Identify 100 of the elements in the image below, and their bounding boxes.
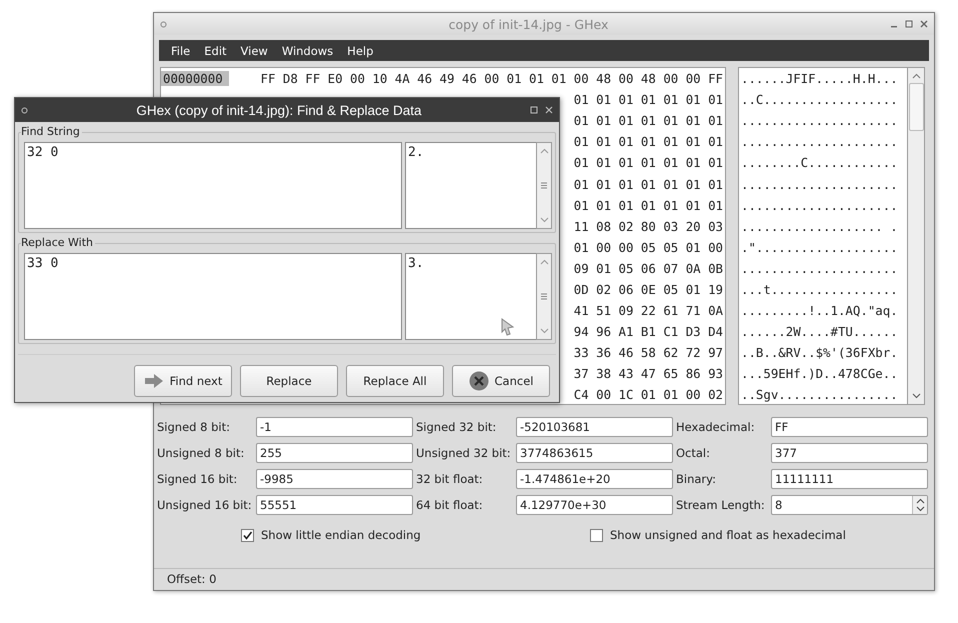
value-field[interactable]: 4.129770e+30 <box>516 495 673 515</box>
maximize-icon[interactable] <box>905 20 913 28</box>
value-field[interactable]: FF <box>771 417 928 437</box>
ascii-text: ..C.................. <box>741 92 898 108</box>
dialog-button[interactable]: Replace All <box>346 365 444 397</box>
scroll-up-icon[interactable] <box>540 259 548 265</box>
checkbox[interactable] <box>241 528 254 542</box>
ascii-input-field[interactable]: 2. <box>405 142 536 229</box>
scroll-down-icon[interactable] <box>912 393 920 399</box>
ascii-text: ..Sgv................ <box>741 387 898 402</box>
hex-bytes: C4 00 1C 01 01 00 02 <box>574 387 723 402</box>
menu-item[interactable]: File <box>164 44 198 58</box>
ascii-text: ..................... <box>741 198 898 213</box>
field-label: Unsigned 16 bit: <box>157 498 253 512</box>
scroll-grip-icon[interactable] <box>540 293 548 300</box>
dialog-button[interactable]: Cancel <box>452 365 550 397</box>
status-text: Offset: 0 <box>167 572 216 586</box>
ascii-panel[interactable] <box>738 67 907 405</box>
group-label: Find String <box>21 125 82 138</box>
ascii-input-field[interactable]: 3. <box>405 253 536 340</box>
checkbox-label: Show unsigned and float as hexadecimal <box>610 528 846 542</box>
field-label: Signed 32 bit: <box>416 420 498 434</box>
menu-item[interactable]: Edit <box>197 44 234 58</box>
ascii-text: .........!..1.AQ."aq. <box>741 303 898 318</box>
scroll-thumb[interactable] <box>908 83 924 131</box>
scroll-up-icon[interactable] <box>540 148 548 154</box>
hex-bytes: 01 01 01 01 01 01 01 <box>574 113 723 128</box>
ascii-text: ...t................. <box>741 282 898 297</box>
field-label: 64 bit float: <box>416 498 484 512</box>
dialog-button[interactable]: Find next <box>134 365 232 397</box>
window-menu-icon[interactable] <box>160 20 167 28</box>
field-label: Hexadecimal: <box>676 420 756 434</box>
scrollbar[interactable] <box>536 253 552 340</box>
cancel-icon <box>468 371 489 391</box>
value-field[interactable]: -1.474861e+20 <box>516 469 673 489</box>
ascii-text: ."................... <box>741 240 898 255</box>
hex-bytes: 94 96 A1 B1 C1 D3 D4 <box>574 324 723 340</box>
ascii-text: ......JFIF.....H.H... <box>741 71 898 86</box>
hex-bytes: 41 51 09 22 61 71 0A <box>574 303 723 318</box>
offset-label: 00000000 <box>161 71 229 86</box>
spin-down-icon[interactable] <box>916 506 924 512</box>
hex-bytes: 01 01 01 01 01 01 01 <box>574 155 723 170</box>
scrollbar[interactable] <box>907 67 925 405</box>
mouse-pointer-icon <box>501 318 515 336</box>
hex-bytes: 11 08 02 80 03 20 03 <box>574 218 723 234</box>
hex-bytes: 09 01 05 06 07 0A 0B <box>574 260 723 276</box>
maximize-icon[interactable] <box>530 106 538 114</box>
value-field[interactable]: 11111111 <box>771 469 928 489</box>
hex-bytes: 01 01 01 01 01 01 01 <box>574 134 723 150</box>
checkbox[interactable] <box>590 528 603 542</box>
scroll-up-icon[interactable] <box>912 73 920 79</box>
field-label: Unsigned 8 bit: <box>157 446 246 460</box>
value-field[interactable]: -1 <box>256 417 413 437</box>
ascii-text: ...59EHf.)D..478CGe.. <box>741 366 898 382</box>
hex-input-field[interactable]: 33 0 <box>24 253 402 340</box>
menu-item[interactable]: Help <box>340 44 380 58</box>
ascii-text: ..B..&RV..$%'(36FXbr. <box>741 345 898 360</box>
hex-bytes: 0D 02 06 0E 05 01 19 <box>574 282 723 297</box>
hex-bytes: 01 01 01 01 01 01 01 <box>574 176 723 192</box>
close-icon[interactable] <box>920 20 928 28</box>
value-field[interactable]: 377 <box>771 443 928 463</box>
field-label: Signed 16 bit: <box>157 472 238 486</box>
group-label: Replace With <box>21 236 95 249</box>
hex-input-field[interactable]: 32 0 <box>24 142 402 229</box>
checkbox-label: Show little endian decoding <box>261 528 421 542</box>
spin-field[interactable]: 8 <box>771 495 928 515</box>
hex-bytes: 33 36 46 58 62 72 97 <box>574 345 723 360</box>
spin-up-icon[interactable] <box>916 498 924 504</box>
field-label: Signed 8 bit: <box>157 420 231 434</box>
hex-bytes: 01 01 01 01 01 01 01 <box>574 198 723 213</box>
ascii-text: ..................... <box>741 134 898 150</box>
menu-item[interactable]: View <box>234 44 275 58</box>
window-menu-icon[interactable] <box>21 106 28 114</box>
value-field[interactable]: 3774863615 <box>516 443 673 463</box>
value-field[interactable]: 55551 <box>256 495 413 515</box>
value-field[interactable]: 255 <box>256 443 413 463</box>
dialog-button[interactable]: Replace <box>240 365 338 397</box>
value-field[interactable]: -9985 <box>256 469 413 489</box>
field-label: Stream Length: <box>676 498 766 512</box>
arrow-icon <box>144 373 164 389</box>
value-field[interactable]: -520103681 <box>516 417 673 437</box>
field-label: Octal: <box>676 446 712 460</box>
window-title: copy of init-14.jpg - GHex <box>448 16 610 32</box>
scrollbar[interactable] <box>536 142 552 229</box>
menu-item[interactable]: Windows <box>274 44 340 58</box>
scroll-grip-icon[interactable] <box>540 182 548 189</box>
close-icon[interactable] <box>545 106 553 114</box>
hex-bytes: 37 38 43 47 65 86 93 <box>574 366 723 382</box>
ascii-text: ........C............ <box>741 155 898 170</box>
field-label: Unsigned 32 bit: <box>416 446 512 460</box>
ascii-text: ................... . <box>741 218 898 234</box>
hex-bytes: FF D8 FF E0 00 10 4A 46 49 46 00 01 01 01 00 48 00 48 00 00 FF <box>260 71 723 86</box>
field-label: 32 bit float: <box>416 472 484 486</box>
ascii-text: ..................... <box>741 260 898 276</box>
ascii-text: ......2W....#TU...... <box>741 324 898 340</box>
hex-bytes: 01 00 00 05 05 01 00 <box>574 240 723 255</box>
hex-bytes: 01 01 01 01 01 01 01 <box>574 92 723 108</box>
field-label: Binary: <box>676 472 717 486</box>
ascii-text: ..................... <box>741 113 898 128</box>
ascii-text: ..................... <box>741 176 898 192</box>
